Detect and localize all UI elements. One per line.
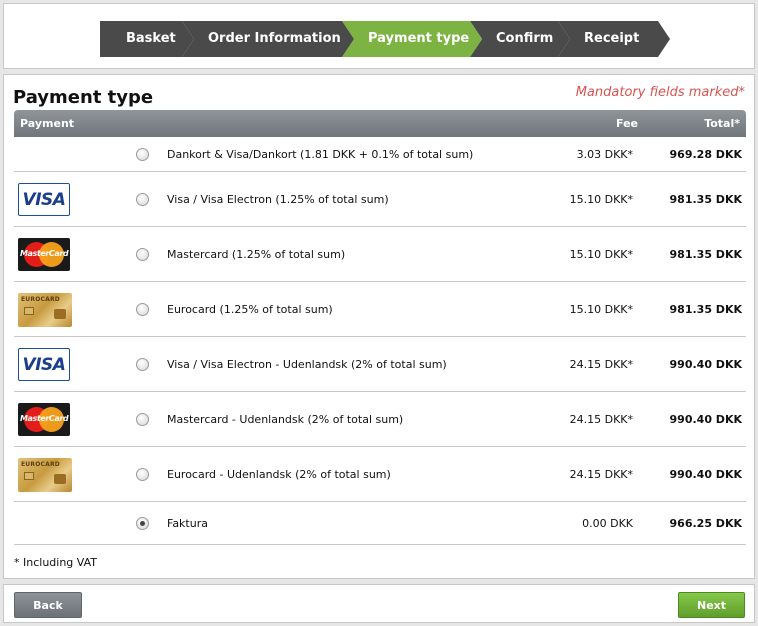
- card-chip-icon: [24, 472, 34, 480]
- payment-total: 981.35 DKK: [669, 193, 742, 206]
- eurocard-logo-icon: EUROCARD: [18, 293, 72, 327]
- payment-radio[interactable]: [136, 193, 149, 206]
- payment-fee: 24.15 DKK*: [569, 468, 633, 481]
- checkout-steps-panel: Basket Order Information Payment type Confi…: [3, 3, 755, 69]
- header-total: Total*: [704, 117, 740, 130]
- back-button[interactable]: Back: [14, 592, 82, 618]
- step-payment-type[interactable]: Payment type: [342, 21, 482, 57]
- payment-fee: 3.03 DKK*: [576, 148, 633, 161]
- page-title: Payment type: [13, 87, 154, 108]
- payment-radio[interactable]: [136, 303, 149, 316]
- next-button[interactable]: Next: [678, 592, 745, 618]
- payment-option-label: Visa / Visa Electron (1.25% of total sum…: [167, 193, 389, 206]
- payment-option-row[interactable]: Dankort & Visa/Dankort (1.81 DKK + 0.1% …: [14, 137, 746, 172]
- step-receipt[interactable]: Receipt: [558, 21, 670, 57]
- step-arrow: [558, 21, 570, 57]
- payment-total: 981.35 DKK: [669, 248, 742, 261]
- step-confirm[interactable]: Confirm: [470, 21, 570, 57]
- payment-panel: Payment type Mandatory fields marked* Pa…: [3, 74, 755, 579]
- card-mark-icon: [54, 474, 66, 484]
- step-label: Confirm: [496, 31, 554, 46]
- vat-note: * Including VAT: [14, 556, 97, 569]
- payment-options-list: Dankort & Visa/Dankort (1.81 DKK + 0.1% …: [14, 137, 746, 545]
- payment-option-row[interactable]: VISA Visa / Visa Electron - Udenlandsk (2…: [14, 337, 746, 392]
- table-header: Payment Fee Total*: [14, 110, 746, 137]
- step-arrow: [342, 21, 354, 57]
- payment-option-label: Mastercard - Udenlandsk (2% of total sum…: [167, 413, 404, 426]
- payment-option-row[interactable]: Faktura 0.00 DKK 966.25 DKK: [14, 502, 746, 545]
- payment-fee: 24.15 DKK*: [569, 413, 633, 426]
- step-basket[interactable]: Basket: [100, 21, 194, 57]
- card-mark-icon: [54, 309, 66, 319]
- payment-radio[interactable]: [136, 358, 149, 371]
- step-arrow: [182, 21, 194, 57]
- payment-radio[interactable]: [136, 148, 149, 161]
- step-label: Order Information: [208, 31, 341, 46]
- payment-radio[interactable]: [136, 248, 149, 261]
- step-label: Receipt: [584, 31, 640, 46]
- mastercard-logo-icon: MasterCard: [18, 403, 70, 436]
- eurocard-logo-text: EUROCARD: [21, 461, 60, 468]
- mandatory-note: Mandatory fields marked*: [575, 85, 745, 100]
- header-fee: Fee: [616, 117, 638, 130]
- payment-radio[interactable]: [136, 517, 149, 530]
- mastercard-logo-icon: MasterCard: [18, 238, 70, 271]
- step-label: Basket: [126, 31, 176, 46]
- eurocard-logo-icon: EUROCARD: [18, 458, 72, 492]
- payment-option-row[interactable]: MasterCard Mastercard (1.25% of total sum…: [14, 227, 746, 282]
- payment-total: 990.40 DKK: [669, 413, 742, 426]
- payment-option-label: Eurocard (1.25% of total sum): [167, 303, 333, 316]
- payment-total: 969.28 DKK: [669, 148, 742, 161]
- visa-logo-text: VISA: [22, 354, 66, 375]
- payment-option-row[interactable]: EUROCARD Eurocard (1.25% of total sum) 15.…: [14, 282, 746, 337]
- payment-radio[interactable]: [136, 468, 149, 481]
- visa-logo-text: VISA: [22, 189, 66, 210]
- step-arrow: [470, 21, 482, 57]
- payment-total: 990.40 DKK: [669, 358, 742, 371]
- header-payment: Payment: [20, 117, 75, 130]
- step-label: Payment type: [368, 31, 470, 46]
- eurocard-logo-text: EUROCARD: [21, 296, 60, 303]
- checkout-steps: Basket Order Information Payment type Confi…: [100, 21, 670, 57]
- payment-option-label: Visa / Visa Electron - Udenlandsk (2% of…: [167, 358, 447, 371]
- payment-option-label: Dankort & Visa/Dankort (1.81 DKK + 0.1% …: [167, 148, 474, 161]
- payment-option-row[interactable]: EUROCARD Eurocard - Udenlandsk (2% of tot…: [14, 447, 746, 502]
- visa-logo-icon: VISA: [18, 348, 70, 381]
- card-chip-icon: [24, 307, 34, 315]
- payment-option-label: Mastercard (1.25% of total sum): [167, 248, 346, 261]
- payment-option-row[interactable]: VISA Visa / Visa Electron (1.25% of total…: [14, 172, 746, 227]
- payment-option-row[interactable]: MasterCard Mastercard - Udenlandsk (2% of…: [14, 392, 746, 447]
- payment-option-label: Eurocard - Udenlandsk (2% of total sum): [167, 468, 391, 481]
- mastercard-logo-text: MasterCard: [20, 414, 69, 423]
- navigation-panel: Back Next: [3, 584, 755, 623]
- step-arrow: [658, 21, 670, 57]
- payment-fee: 15.10 DKK*: [569, 303, 633, 316]
- payment-total: 966.25 DKK: [669, 517, 742, 530]
- payment-option-label: Faktura: [167, 517, 208, 530]
- payment-fee: 0.00 DKK: [582, 517, 633, 530]
- payment-fee: 15.10 DKK*: [569, 193, 633, 206]
- step-order-information[interactable]: Order Information: [182, 21, 354, 57]
- payment-fee: 24.15 DKK*: [569, 358, 633, 371]
- mastercard-logo-text: MasterCard: [20, 249, 69, 258]
- payment-total: 981.35 DKK: [669, 303, 742, 316]
- payment-fee: 15.10 DKK*: [569, 248, 633, 261]
- payment-total: 990.40 DKK: [669, 468, 742, 481]
- payment-radio[interactable]: [136, 413, 149, 426]
- visa-logo-icon: VISA: [18, 183, 70, 216]
